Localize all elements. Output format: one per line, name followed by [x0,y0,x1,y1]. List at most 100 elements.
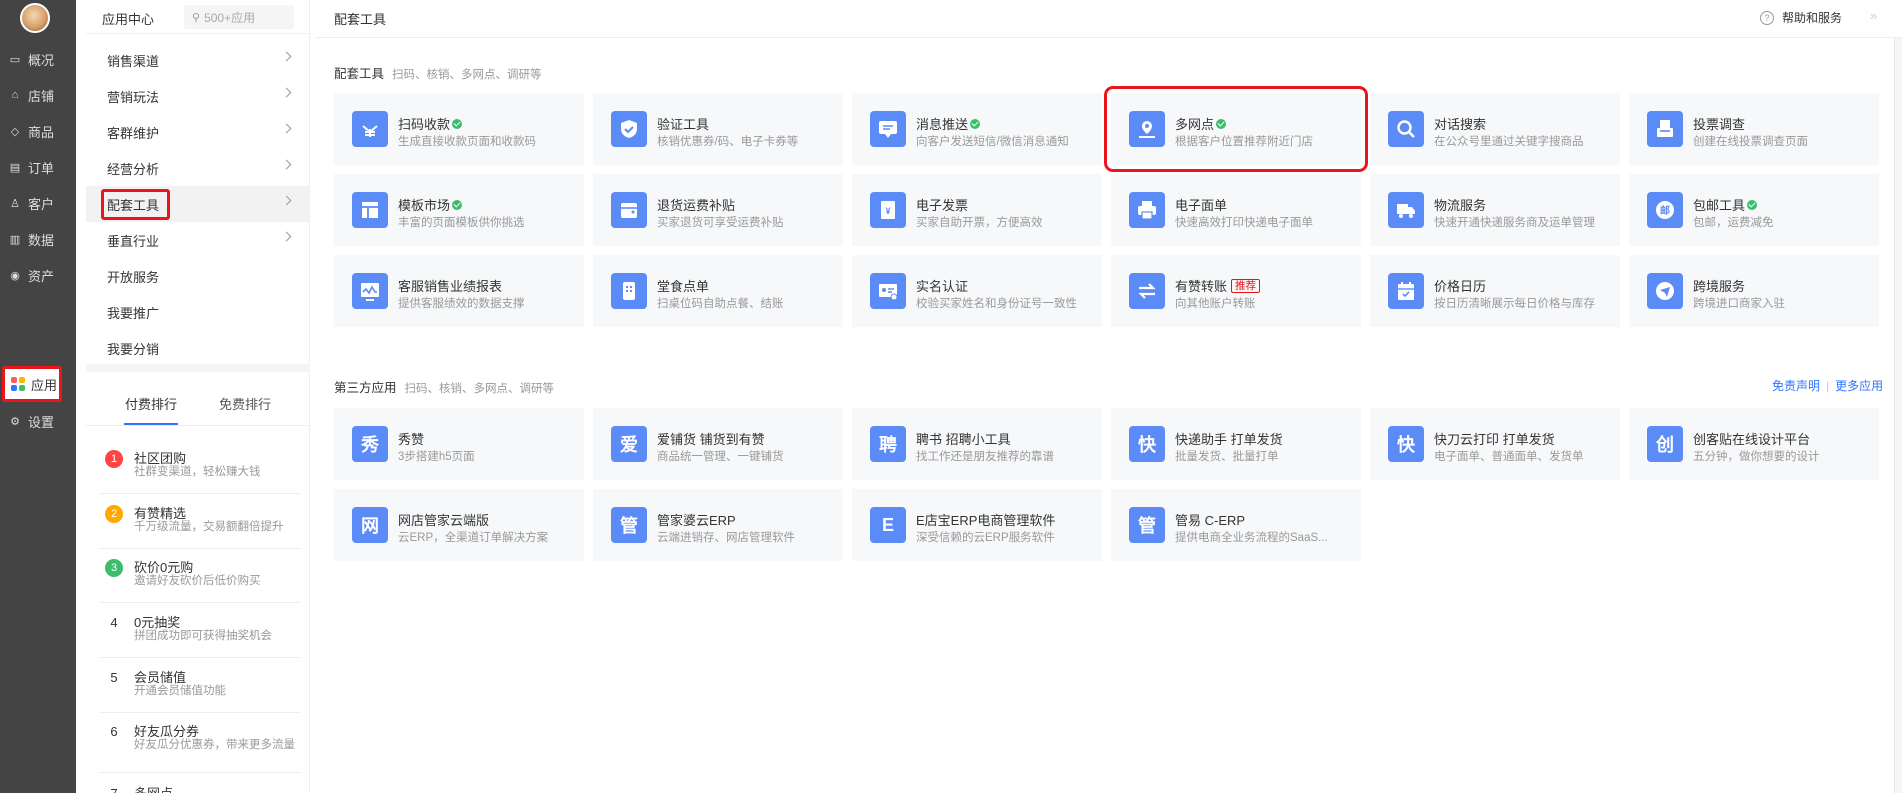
card-name: 包邮工具 [1693,198,1746,213]
tab-paid-ranking[interactable]: 付费排行 [125,394,177,413]
card-desc: 商品统一管理、一键铺货 [657,451,784,463]
ranking-item[interactable]: 3 砍价0元购 邀请好友砍价后低价购买 [100,549,300,603]
menu-item-tools[interactable]: 配套工具 [86,186,310,222]
tool-card[interactable]: 物流服务 快速开通快递服务商及运单管理 [1370,174,1620,246]
ranking-item[interactable]: 5 会员储值 开通会员储值功能 [100,659,300,713]
third-party-app-card[interactable]: 网网店管家云端版 云ERP，全渠道订单解决方案 [334,489,584,561]
ranking-item[interactable]: 1 社区团购 社群变渠道，轻松赚大钱 [100,440,300,494]
menu-item-analysis[interactable]: 经营分析 [86,150,310,186]
menu-item-open-service[interactable]: 开放服务 [86,258,310,294]
menu-label: 经营分析 [107,161,160,177]
rank-number: 6 [110,724,118,739]
ranking-item[interactable]: 2 有赞精选 千万级流量，交易额翻倍提升 [100,495,300,549]
card-name: 管家婆云ERP [657,513,736,528]
menu-label: 垂直行业 [107,233,160,249]
nav-item-settings[interactable]: ⚙ 设置 [8,406,70,436]
tool-card[interactable]: 消息推送 向客户发送短信/微信消息通知 [852,93,1102,165]
card-name: 扫码收款 [398,117,451,132]
app-logo-icon: 管 [611,507,647,543]
tool-card[interactable]: 有赞转账 推荐 向其他账户转账 [1111,255,1361,327]
tool-card[interactable]: 堂食点单 扫桌位码自助点餐、结账 [593,255,843,327]
tool-card[interactable]: 多网点 根据客户位置推荐附近门店 [1104,86,1368,172]
third-party-app-card[interactable]: 管管易 C-ERP 提供电商全业务流程的SaaS... [1111,489,1361,561]
card-desc: 快速高效打印快递电子面单 [1175,217,1313,229]
third-party-app-card[interactable]: 快快递助手 打单发货 批量发货、批量打单 [1111,408,1361,480]
store-icon: ⌂ [11,89,19,101]
card-desc: 批量发货、批量打单 [1175,451,1279,463]
app-search-input[interactable]: ⚲ 500+应用 [184,5,294,29]
menu-item-distribute[interactable]: 我要分销 [86,330,310,366]
tool-card[interactable]: 电子面单快速高效打印快递电子面单 [1111,174,1361,246]
third-party-app-card[interactable]: 爱爱铺货 铺货到有赞 商品统一管理、一键铺货 [593,408,843,480]
nav-label: 客户 [28,196,55,212]
nav-item-goods[interactable]: ◇ 商品 [8,116,70,146]
card-name: 价格日历 [1434,279,1487,294]
card-title: 电子面单 [1175,195,1227,214]
third-party-app-card[interactable]: 快快刀云打印 打单发货 电子面单、普通面单、发货单 [1370,408,1620,480]
tool-card[interactable]: 邮 包邮工具 包邮，运费减免 [1629,174,1879,246]
menu-item-sales-channel[interactable]: 销售渠道 [86,42,310,78]
section-subtitle: 扫码、核销、多网点、调研等 [404,383,555,395]
rank-name: 社区团购 [134,451,187,466]
more-apps-link[interactable]: 更多应用 [1835,379,1883,393]
tool-card[interactable]: 实名认证 校验买家姓名和身份证号一致性 [852,255,1102,327]
third-party-links: 免责声明 | 更多应用 [1772,377,1883,394]
ranking-item[interactable]: 6 好友瓜分券 好友瓜分优惠券，带来更多流量 [100,713,300,773]
gear-icon: ⚙ [10,415,20,428]
collapse-icon[interactable]: » [1870,8,1877,23]
disclaimer-link[interactable]: 免责声明 [1772,379,1820,393]
nav-item-apps[interactable]: 应用 [2,366,62,402]
third-party-app-card[interactable]: E E店宝ERP电商管理软件 深受信赖的云ERP服务软件 [852,489,1102,561]
tool-card[interactable]: 投票调查 创建在线投票调查页面 [1629,93,1879,165]
menu-item-marketing[interactable]: 营销玩法 [86,78,310,114]
rank-desc: 邀请好友砍价后低价购买 [134,575,261,587]
recommend-badge: 推荐 [1231,278,1261,293]
svg-text:邮: 邮 [1660,204,1670,217]
avatar[interactable] [20,3,50,33]
menu-item-promote[interactable]: 我要推广 [86,294,310,330]
tool-card[interactable]: 客服销售业绩报表 提供客服绩效的数据支撑 [334,255,584,327]
chevron-right-icon [281,87,292,98]
nav-label: 商品 [28,124,55,140]
menu-item-customer-care[interactable]: 客群维护 [86,114,310,150]
scrollbar[interactable] [1894,38,1902,793]
nav-item-data[interactable]: ▥ 数据 [8,224,70,254]
nav-item-assets[interactable]: ◉ 资产 [8,260,70,290]
tool-card[interactable]: 模板市场 丰富的页面模板供你挑选 [334,174,584,246]
ranking-item[interactable]: 7 多网点 [100,775,300,793]
rank-name: 会员储值 [134,670,187,685]
nav-item-overview[interactable]: ▭ 概况 [8,44,70,74]
app-logo-icon: E [870,507,906,543]
help-link[interactable]: ? 帮助和服务 [1760,9,1842,26]
card-desc: 3步搭建h5页面 [398,451,475,463]
tool-card[interactable]: 价格日历 按日历清晰展示每日价格与库存 [1370,255,1620,327]
tool-card[interactable]: 扫码收款 生成直接收款页面和收款码 [334,93,584,165]
tool-card[interactable]: 对话搜索 在公众号里通过关键字搜商品 [1370,93,1620,165]
card-title: 对话搜索 [1434,114,1486,133]
nav-item-store[interactable]: ⌂ 店铺 [8,80,70,110]
tab-free-ranking[interactable]: 免费排行 [219,394,271,413]
nav-label: 数据 [28,232,55,248]
card-title: 有赞转账 推荐 [1175,276,1261,295]
template-icon [352,192,388,228]
third-party-app-card[interactable]: 聘聘书 招聘小工具 找工作还是朋友推荐的靠谱 [852,408,1102,480]
card-desc: 向客户发送短信/微信消息通知 [916,136,1069,148]
main-content: 配套工具 ? 帮助和服务 » 配套工具 扫码、核销、多网点、调研等 扫码收款 生成直接… [316,0,1902,793]
third-party-app-card[interactable]: 创创客贴在线设计平台 五分钟，做你想要的设计 [1629,408,1879,480]
card-name: 创客贴在线设计平台 [1693,432,1811,447]
third-party-app-card[interactable]: 管管家婆云ERP 云端进销存、网店管理软件 [593,489,843,561]
rank-badge: 3 [105,559,123,577]
nav-item-customers[interactable]: ♙ 客户 [8,188,70,218]
card-desc: 校验买家姓名和身份证号一致性 [916,298,1077,310]
tool-card[interactable]: ¥ 电子发票 买家自助开票，方便高效 [852,174,1102,246]
order-icon: ▤ [9,161,21,174]
card-name: 有赞转账 [1175,279,1228,294]
card-title: 退货运费补贴 [657,195,735,214]
nav-item-orders[interactable]: ▤ 订单 [8,152,70,182]
menu-item-vertical[interactable]: 垂直行业 [86,222,310,258]
tool-card[interactable]: 验证工具 核销优惠券/码、电子卡券等 [593,93,843,165]
ranking-item[interactable]: 4 0元抽奖 拼团成功即可获得抽奖机会 [100,604,300,658]
tool-card[interactable]: 退货运费补贴 买家退货可享受运费补贴 [593,174,843,246]
third-party-app-card[interactable]: 秀秀赞 3步搭建h5页面 [334,408,584,480]
tool-card[interactable]: 跨境服务 跨境进口商家入驻 [1629,255,1879,327]
